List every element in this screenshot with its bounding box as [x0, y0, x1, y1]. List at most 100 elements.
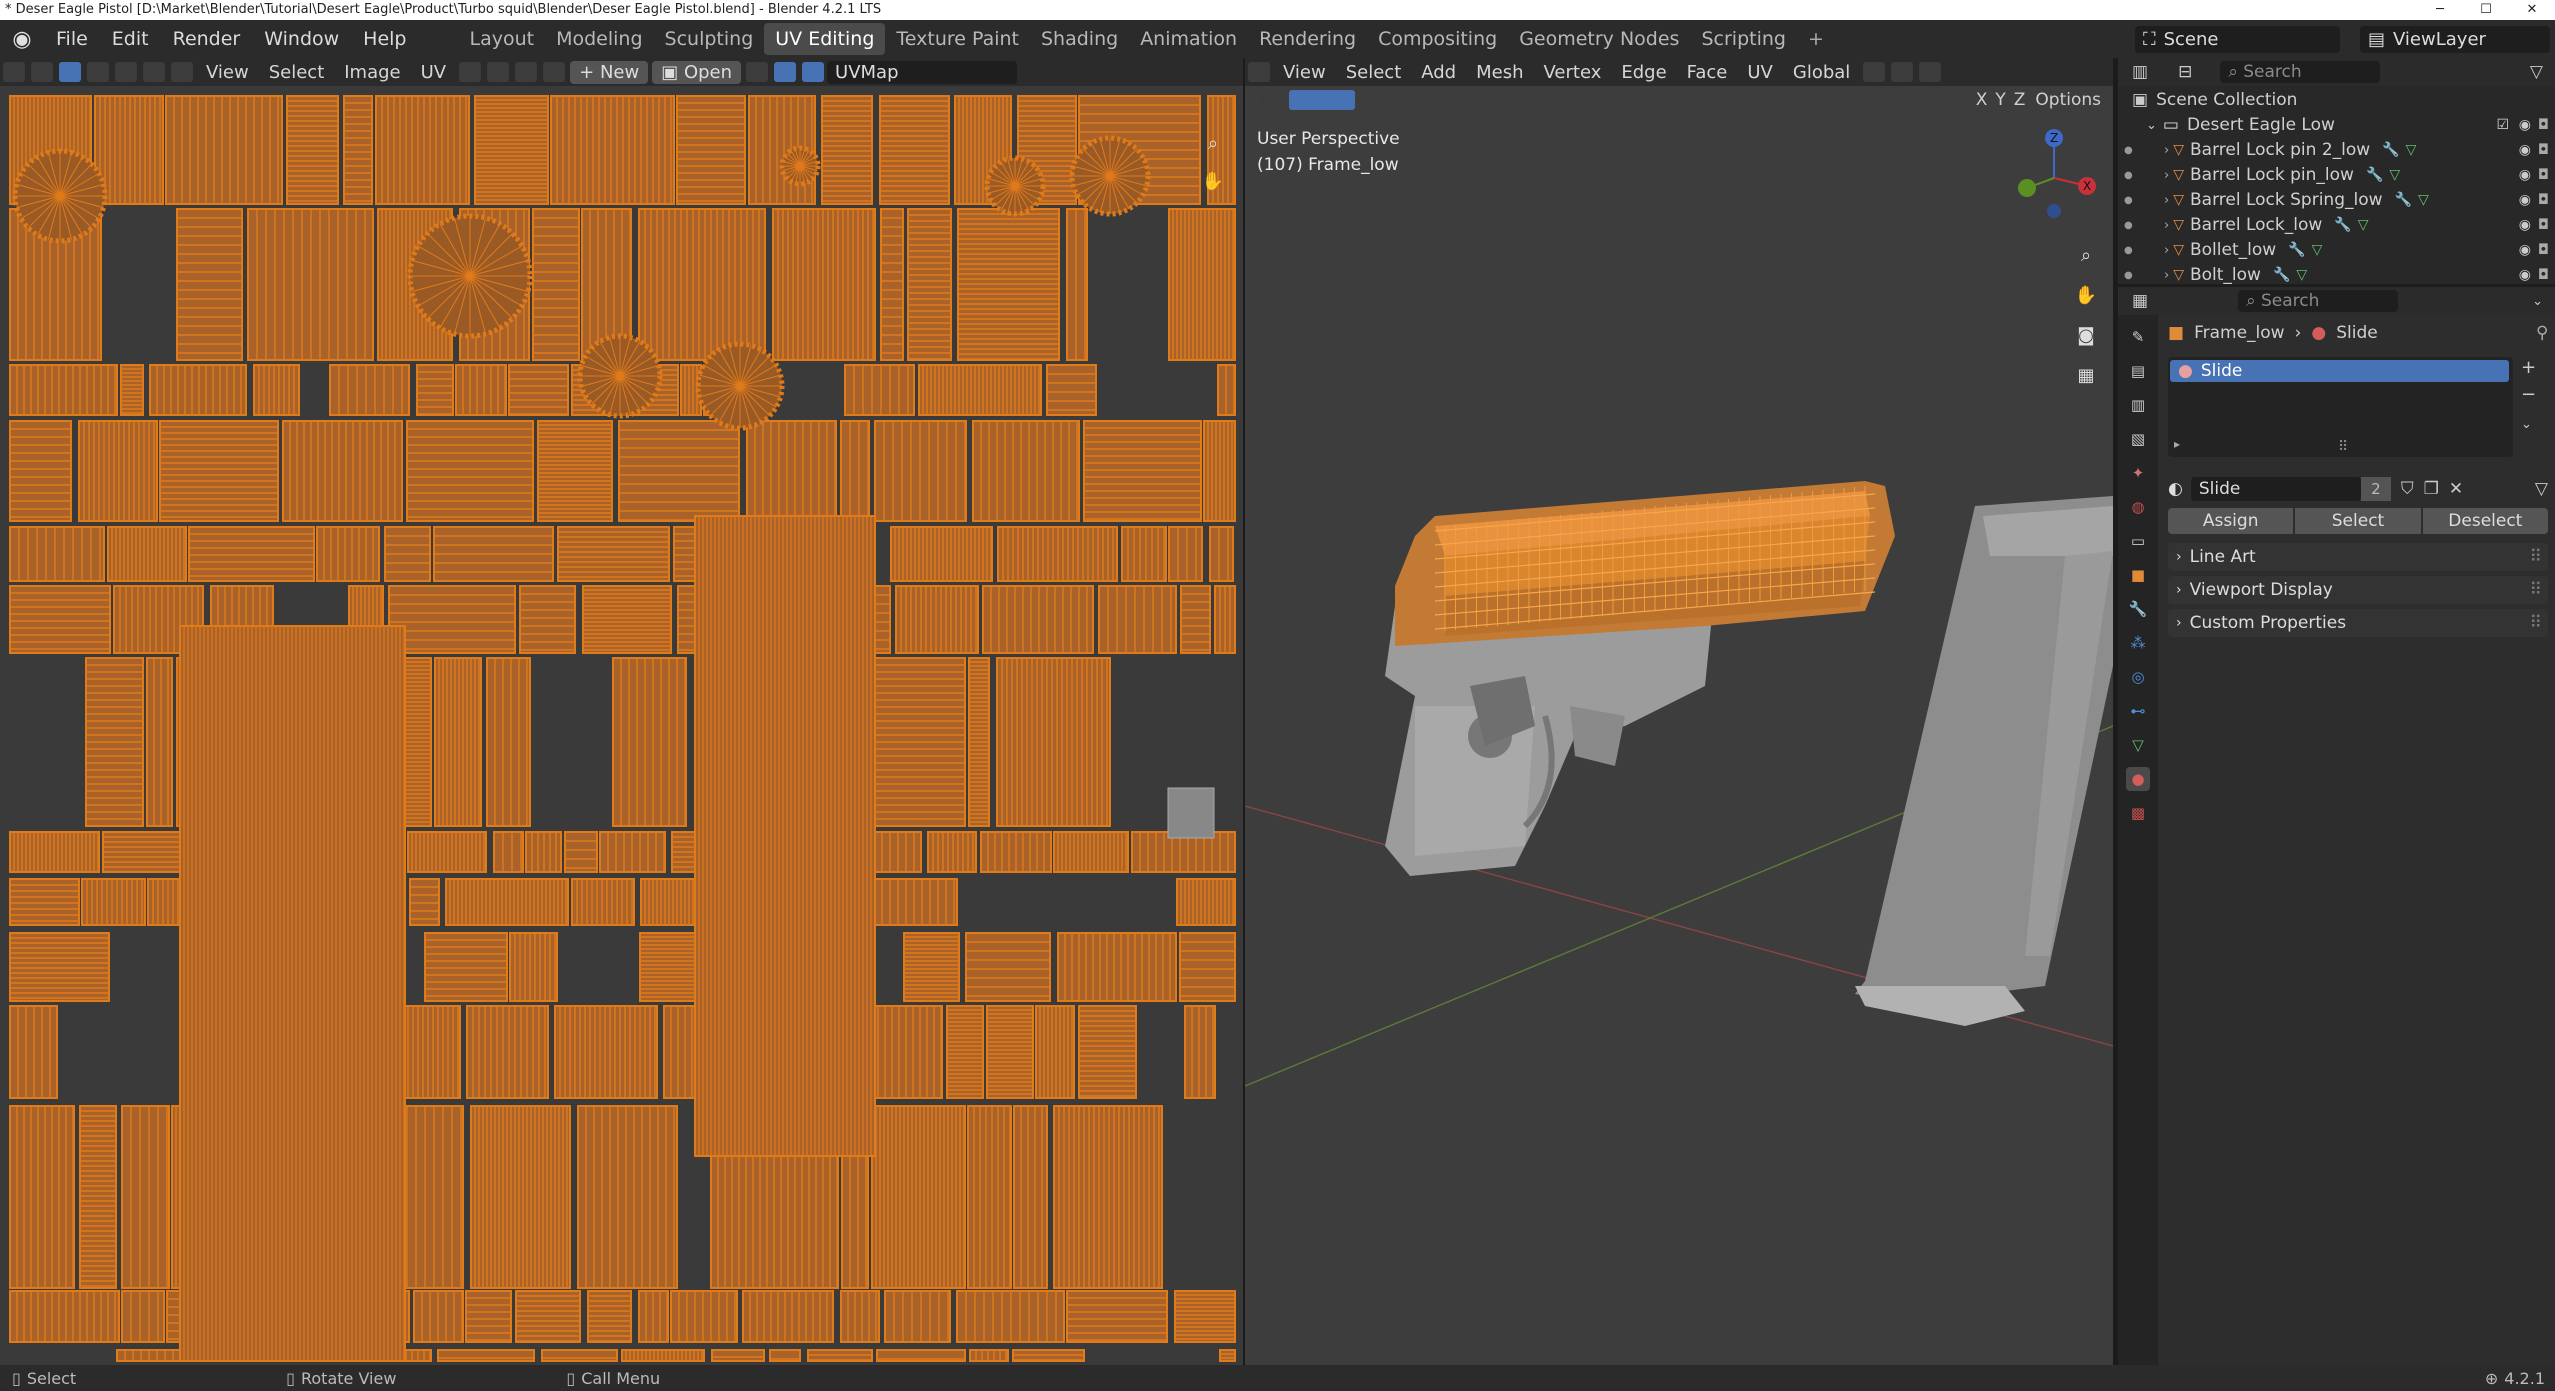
grid-perspective-icon[interactable]: ▦ [2071, 360, 2101, 390]
outliner-item[interactable]: ● › ▽ Barrel Lock pin 2_low 🔧 ▽ ◉ ◘ [2118, 138, 2555, 162]
add-slot-button[interactable]: + [2521, 357, 2536, 378]
modifier-tab-icon[interactable]: 🔧 [2126, 597, 2150, 621]
expand-chevron-icon[interactable]: › [2164, 168, 2169, 183]
vp-menu-uv[interactable]: UV [1737, 62, 1783, 83]
menu-window[interactable]: Window [252, 28, 351, 50]
panel-drag-handle-icon[interactable]: ⠿ [2530, 613, 2542, 633]
3d-viewport[interactable]: View Select Add Mesh Vertex Edge Face UV… [1245, 58, 2113, 1365]
scene-selector[interactable]: ⛶ Scene [2135, 26, 2340, 53]
menu-render[interactable]: Render [161, 28, 253, 50]
tab-texture-paint[interactable]: Texture Paint [885, 23, 1030, 55]
outliner-search-field[interactable]: ⌕ Search [2220, 61, 2381, 83]
texture-tab-icon[interactable]: ▩ [2126, 801, 2150, 825]
visibility-eye-icon[interactable]: ◉ [2519, 242, 2531, 258]
modifier-wrench-icon[interactable]: 🔧 [2288, 242, 2305, 258]
object-tab-icon[interactable]: ■ [2126, 563, 2150, 587]
unlink-material-icon[interactable]: ✕ [2449, 479, 2463, 499]
outliner-root[interactable]: ▣ Scene Collection [2132, 88, 2297, 112]
maximize-button[interactable]: ☐ [2463, 0, 2509, 20]
expand-chevron-icon[interactable]: › [2164, 243, 2169, 258]
modifier-wrench-icon[interactable]: 🔧 [2395, 192, 2412, 208]
resize-handle-icon[interactable]: ⠿ [2338, 439, 2348, 455]
pin-properties-icon[interactable]: ⚲ [2536, 323, 2548, 343]
physics-tab-icon[interactable]: ◎ [2126, 665, 2150, 689]
material-name-field[interactable]: Slide [2190, 477, 2361, 501]
mesh-data-icon[interactable]: ▽ [2312, 242, 2323, 258]
outliner-item[interactable]: ● › ▽ Bolt_low 🔧 ▽ ◉ ◘ [2118, 263, 2555, 284]
menu-file[interactable]: File [44, 28, 100, 50]
overlay-icon[interactable] [802, 62, 825, 82]
world-tab-icon[interactable]: ◍ [2126, 495, 2150, 519]
view-layer-selector[interactable]: ▤ ViewLayer [2360, 26, 2550, 53]
mesh-data-icon[interactable]: ▽ [2358, 217, 2369, 233]
view-layer-tab-icon[interactable]: ▧ [2126, 427, 2150, 451]
viewport-editor-type-icon[interactable] [1248, 62, 1270, 82]
sticky-mode-icon[interactable] [171, 62, 193, 82]
vp-menu-face[interactable]: Face [1677, 62, 1738, 83]
outliner-item[interactable]: ● › ▽ Barrel Lock Spring_low 🔧 ▽ ◉ ◘ [2118, 188, 2555, 212]
user-count-badge[interactable]: 2 [2360, 477, 2391, 501]
mesh-data-icon[interactable]: ▽ [2296, 267, 2307, 283]
tab-rendering[interactable]: Rendering [1248, 23, 1367, 55]
zoom-icon[interactable]: ⌕ [1198, 128, 1228, 158]
expand-chevron-icon[interactable]: › [2164, 268, 2169, 283]
output-tab-icon[interactable]: ▥ [2126, 393, 2150, 417]
render-camera-icon[interactable]: ◘ [2538, 167, 2549, 183]
proportional-icon[interactable] [1919, 62, 1942, 82]
snap-icon[interactable] [487, 62, 510, 82]
tab-animation[interactable]: Animation [1129, 23, 1248, 55]
viewport-pan-icon[interactable]: ✋ [2071, 280, 2101, 310]
scene-tab-icon[interactable]: ✦ [2126, 461, 2150, 485]
tab-shading[interactable]: Shading [1030, 23, 1129, 55]
vp-menu-edge[interactable]: Edge [1611, 62, 1676, 83]
render-camera-icon[interactable]: ◘ [2538, 192, 2549, 208]
mesh-data-icon[interactable]: ▽ [2418, 192, 2429, 208]
properties-editor-icon[interactable]: ▦ [2132, 291, 2148, 311]
expand-chevron-icon[interactable]: › [2164, 218, 2169, 233]
modifier-wrench-icon[interactable]: 🔧 [2273, 267, 2290, 283]
material-tab-icon[interactable]: ● [2126, 767, 2150, 791]
render-camera-icon[interactable]: ◘ [2538, 117, 2549, 133]
deselect-button[interactable]: Deselect [2422, 508, 2548, 534]
tab-layout[interactable]: Layout [459, 23, 546, 55]
modifier-wrench-icon[interactable]: 🔧 [2334, 217, 2351, 233]
material-slot-list[interactable]: ● Slide ▸ ⠿ [2168, 357, 2513, 457]
tab-modeling[interactable]: Modeling [545, 23, 653, 55]
collapse-chevron-icon[interactable]: ⌄ [2146, 118, 2157, 133]
tab-uv-editing[interactable]: UV Editing [764, 23, 886, 55]
edge-select-icon[interactable] [87, 62, 109, 82]
properties-editor[interactable]: ▦ ⌕ Search ⌄ ✎ ▤ ▥ ▧ ✦ ◍ ▭ ■ 🔧 ⁂ ◎ ⊷ ▽ ●… [2118, 287, 2555, 1365]
outliner[interactable]: ▥ ⊟ ⌕ Search ▽ ▣ Scene Collection ⌄ ▭ De… [2118, 58, 2555, 284]
visibility-eye-icon[interactable]: ◉ [2519, 217, 2531, 233]
add-workspace-button[interactable]: + [1797, 23, 1835, 55]
visibility-eye-icon[interactable]: ◉ [2519, 117, 2531, 133]
particles-tab-icon[interactable]: ⁂ [2126, 631, 2150, 655]
pin-icon[interactable] [746, 62, 769, 82]
viewport-canvas[interactable] [1245, 86, 2113, 1365]
menu-edit[interactable]: Edit [100, 28, 161, 50]
navigation-gizmo[interactable]: Z X [2009, 128, 2099, 218]
viewport-zoom-icon[interactable]: ⌕ [2071, 240, 2101, 270]
material-browse-icon[interactable]: ◐ [2168, 479, 2183, 499]
expand-chevron-icon[interactable]: › [2164, 143, 2169, 158]
pivot-icon[interactable] [459, 62, 482, 82]
collection-tab-icon[interactable]: ▭ [2126, 529, 2150, 553]
uv-menu-view[interactable]: View [196, 62, 259, 83]
vertex-select-icon[interactable] [59, 62, 81, 82]
island-select-icon[interactable] [143, 62, 165, 82]
tab-geometry-nodes[interactable]: Geometry Nodes [1508, 23, 1690, 55]
uv-islands-canvas[interactable] [0, 86, 1245, 1365]
gizmo-y-axis[interactable] [2018, 179, 2036, 197]
editor-type-icon[interactable] [3, 62, 25, 82]
vp-menu-mesh[interactable]: Mesh [1466, 62, 1533, 83]
properties-options-chevron-icon[interactable]: ⌄ [2532, 294, 2543, 309]
proportional-edit-icon[interactable] [515, 62, 538, 82]
tool-tab-icon[interactable]: ✎ [2126, 325, 2150, 349]
sync-selection-icon[interactable] [31, 62, 53, 82]
render-tab-icon[interactable]: ▤ [2126, 359, 2150, 383]
gizmo-neg-z-axis[interactable] [2047, 204, 2061, 218]
blender-logo-icon[interactable]: ◉ [0, 27, 44, 52]
fake-user-shield-icon[interactable]: ⛉ [2401, 479, 2414, 499]
render-camera-icon[interactable]: ◘ [2538, 242, 2549, 258]
visibility-eye-icon[interactable]: ◉ [2519, 192, 2531, 208]
